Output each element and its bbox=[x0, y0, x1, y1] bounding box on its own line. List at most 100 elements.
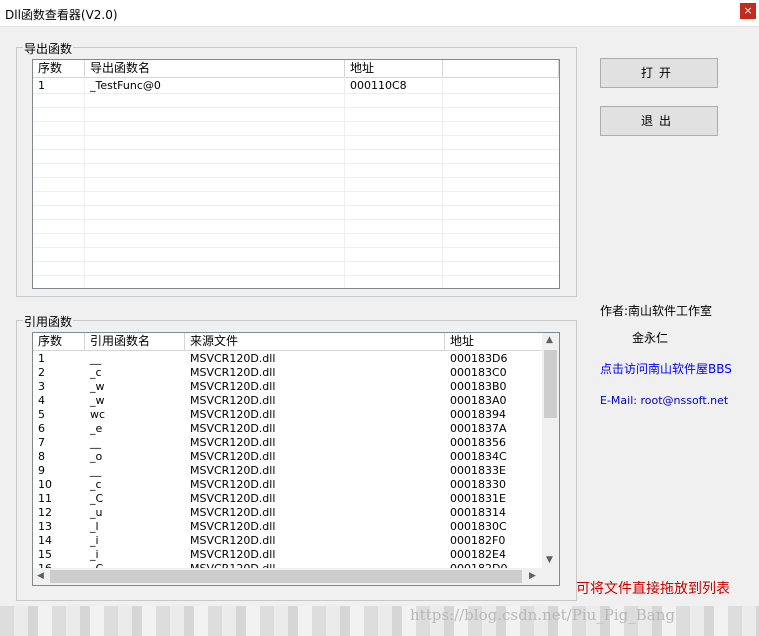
import-group-label: 引用函数 bbox=[23, 313, 74, 330]
cell-source-file: MSVCR120D.dll bbox=[190, 506, 276, 519]
cell-address: 000183A0 bbox=[450, 394, 507, 407]
cell-ordinal: 9 bbox=[38, 464, 45, 477]
cell-ordinal: 2 bbox=[38, 366, 45, 379]
grid-line bbox=[33, 107, 559, 108]
table-row[interactable]: 1 _TestFunc@0 000110C8 bbox=[33, 79, 559, 93]
table-row[interactable]: 8 _o MSVCR120D.dll 0001834C bbox=[33, 450, 544, 464]
table-row[interactable]: 7 __ MSVCR120D.dll 00018356 bbox=[33, 436, 544, 450]
cell-function-name: wc bbox=[90, 408, 106, 421]
cell-function-name: __ bbox=[90, 352, 101, 365]
grid-line bbox=[33, 177, 559, 178]
grid-line bbox=[33, 247, 559, 248]
author-name: 金永仁 bbox=[632, 331, 669, 345]
table-row[interactable]: 11 _C MSVCR120D.dll 0001831E bbox=[33, 492, 544, 506]
table-row[interactable]: 10 _c MSVCR120D.dll 00018330 bbox=[33, 478, 544, 492]
import-list[interactable]: 序数 引用函数名 来源文件 地址 1 __ MSVCR120D.dll 0001… bbox=[32, 332, 560, 586]
cell-address: 00018356 bbox=[450, 436, 506, 449]
export-col-empty bbox=[443, 60, 559, 77]
drop-hint: 可将文件直接拖放到列表 bbox=[576, 581, 730, 597]
chevron-down-icon[interactable]: ▼ bbox=[546, 555, 553, 565]
table-row[interactable]: 13 _l MSVCR120D.dll 0001830C bbox=[33, 520, 544, 534]
import-col-name[interactable]: 引用函数名 bbox=[85, 333, 185, 350]
cell-ordinal: 6 bbox=[38, 422, 45, 435]
chevron-right-icon[interactable]: ▶ bbox=[529, 571, 536, 581]
grid-line bbox=[33, 205, 559, 206]
grid-line bbox=[84, 77, 85, 288]
cell-ordinal: 13 bbox=[38, 520, 52, 533]
export-col-name[interactable]: 导出函数名 bbox=[85, 60, 345, 77]
export-group-label: 导出函数 bbox=[23, 40, 74, 57]
close-icon[interactable]: × bbox=[740, 3, 756, 19]
export-list-header: 序数 导出函数名 地址 bbox=[33, 60, 559, 78]
exit-button[interactable]: 退出 bbox=[600, 106, 718, 136]
cell-address: 000182F0 bbox=[450, 534, 506, 547]
cell-address: 00018314 bbox=[450, 506, 506, 519]
cell-function-name: _l bbox=[90, 520, 99, 533]
scrollbar-thumb[interactable] bbox=[544, 350, 557, 418]
cell-address: 000110C8 bbox=[350, 79, 407, 92]
cell-ordinal: 15 bbox=[38, 548, 52, 561]
export-list[interactable]: 序数 导出函数名 地址 1 _TestFunc@0 000110C8 bbox=[32, 59, 560, 289]
grid-line bbox=[33, 261, 559, 262]
cell-function-name: _c bbox=[90, 366, 102, 379]
grid-line bbox=[33, 219, 559, 220]
grid-line bbox=[33, 275, 559, 276]
cell-address: 0001831E bbox=[450, 492, 506, 505]
cell-address: 000183D6 bbox=[450, 352, 508, 365]
grid-line bbox=[33, 149, 559, 150]
table-row[interactable]: 4 _w MSVCR120D.dll 000183A0 bbox=[33, 394, 544, 408]
table-row[interactable]: 2 _c MSVCR120D.dll 000183C0 bbox=[33, 366, 544, 380]
visit-website-link[interactable]: 点击访问南山软件屋BBS bbox=[600, 360, 732, 376]
visit-link-container: 点击访问南山软件屋BBS bbox=[600, 360, 759, 376]
grid-line bbox=[33, 163, 559, 164]
cell-function-name: _C bbox=[90, 492, 104, 505]
cell-ordinal: 14 bbox=[38, 534, 52, 547]
vertical-scrollbar[interactable]: ▲ ▼ bbox=[542, 333, 559, 568]
watermark: https://blog.csdn.net/Piu_Pig_Bang bbox=[410, 606, 675, 624]
import-col-source-file[interactable]: 来源文件 bbox=[185, 333, 445, 350]
export-col-ordinal[interactable]: 序数 bbox=[33, 60, 85, 77]
cell-function-name: _TestFunc@0 bbox=[90, 79, 161, 92]
cell-source-file: MSVCR120D.dll bbox=[190, 408, 276, 421]
export-col-address[interactable]: 地址 bbox=[345, 60, 443, 77]
window-title: Dll函数查看器(V2.0) bbox=[5, 8, 118, 22]
cell-ordinal: 10 bbox=[38, 478, 52, 491]
table-row[interactable]: 3 _w MSVCR120D.dll 000183B0 bbox=[33, 380, 544, 394]
cell-source-file: MSVCR120D.dll bbox=[190, 450, 276, 463]
cell-ordinal: 11 bbox=[38, 492, 52, 505]
cell-source-file: MSVCR120D.dll bbox=[190, 394, 276, 407]
import-col-address[interactable]: 地址 bbox=[445, 333, 545, 350]
table-row[interactable]: 1 __ MSVCR120D.dll 000183D6 bbox=[33, 352, 544, 366]
horizontal-scrollbar[interactable]: ◀ ▶ bbox=[33, 568, 544, 585]
table-row[interactable]: 12 _u MSVCR120D.dll 00018314 bbox=[33, 506, 544, 520]
grid-line bbox=[442, 77, 443, 288]
scrollbar-corner bbox=[544, 568, 559, 585]
cell-function-name: _i bbox=[90, 548, 99, 561]
title-bar: Dll函数查看器(V2.0) × bbox=[0, 0, 759, 27]
grid-line bbox=[33, 135, 559, 136]
author-label: 作者:南山软件工作室 bbox=[600, 304, 713, 318]
chevron-left-icon[interactable]: ◀ bbox=[37, 571, 44, 581]
grid-line bbox=[33, 121, 559, 122]
table-row[interactable]: 9 __ MSVCR120D.dll 0001833E bbox=[33, 464, 544, 478]
table-row[interactable]: 6 _e MSVCR120D.dll 0001837A bbox=[33, 422, 544, 436]
chevron-up-icon[interactable]: ▲ bbox=[546, 335, 553, 345]
cell-function-name: _o bbox=[90, 450, 103, 463]
import-col-ordinal[interactable]: 序数 bbox=[33, 333, 85, 350]
cell-ordinal: 1 bbox=[38, 79, 45, 92]
cell-function-name: _u bbox=[90, 506, 103, 519]
cell-ordinal: 7 bbox=[38, 436, 45, 449]
cell-function-name: _c bbox=[90, 478, 102, 491]
table-row[interactable]: 14 _i MSVCR120D.dll 000182F0 bbox=[33, 534, 544, 548]
cell-function-name: _w bbox=[90, 394, 105, 407]
cell-address: 0001830C bbox=[450, 520, 507, 533]
cell-source-file: MSVCR120D.dll bbox=[190, 352, 276, 365]
open-button[interactable]: 打开 bbox=[600, 58, 718, 88]
scrollbar-thumb[interactable] bbox=[50, 570, 522, 583]
table-row[interactable]: 5 wc MSVCR120D.dll 00018394 bbox=[33, 408, 544, 422]
cell-address: 0001833E bbox=[450, 464, 506, 477]
cell-source-file: MSVCR120D.dll bbox=[190, 520, 276, 533]
cell-source-file: MSVCR120D.dll bbox=[190, 534, 276, 547]
table-row[interactable]: 15 _i MSVCR120D.dll 000182E4 bbox=[33, 548, 544, 562]
email-label: E-Mail: root@nssoft.net bbox=[600, 394, 729, 407]
